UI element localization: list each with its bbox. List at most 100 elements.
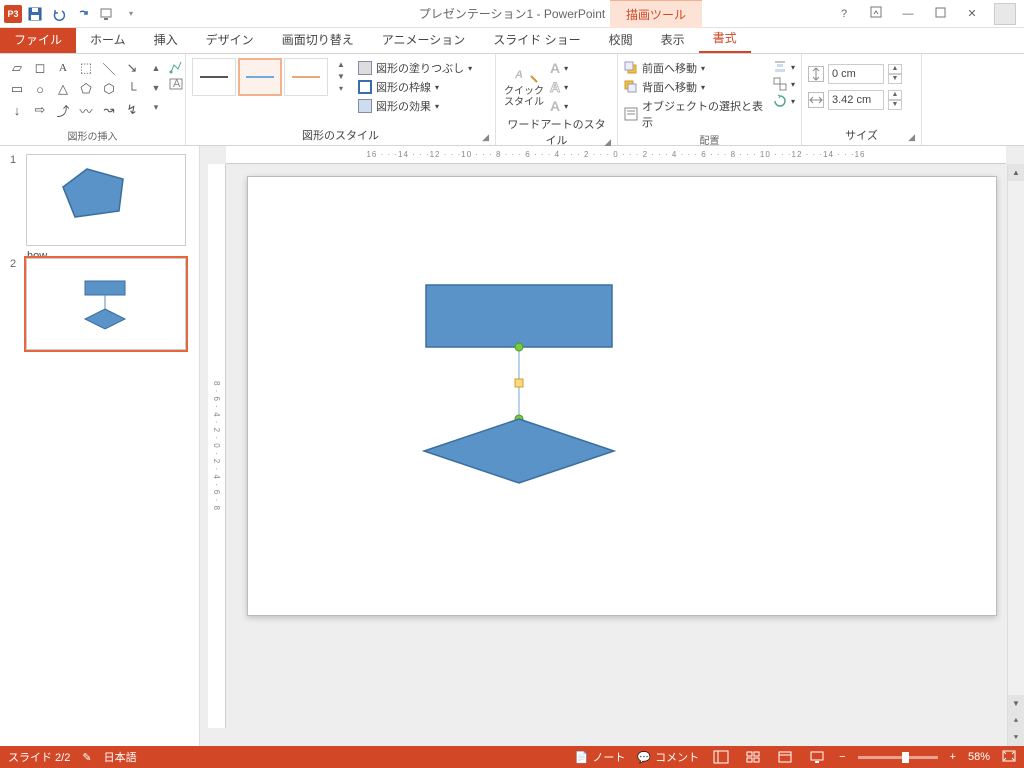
group-button[interactable]: ▾ bbox=[773, 77, 795, 91]
shape-rectangle[interactable] bbox=[426, 285, 612, 347]
notes-button[interactable]: 📄 ノート bbox=[575, 749, 626, 765]
window-controls: ? — ✕ bbox=[834, 3, 1024, 25]
edit-shape-button[interactable] bbox=[169, 60, 183, 74]
group-arrange: 前面へ移動 ▾ 背面へ移動 ▾ オブジェクトの選択と表示 ▾ ▾ ▾ 配置 bbox=[618, 54, 802, 145]
vertical-scrollbar[interactable]: ▲ ▼ ⯅ ⯆ bbox=[1007, 164, 1024, 746]
save-button[interactable] bbox=[24, 3, 46, 25]
zoom-slider[interactable] bbox=[858, 756, 938, 759]
shapes-gallery-scroll[interactable]: ▲▼▾ bbox=[149, 58, 163, 117]
text-effects-button[interactable]: A▾ bbox=[550, 98, 568, 114]
shape-width-input[interactable] bbox=[828, 90, 884, 110]
thumbnail-2[interactable]: 2 bbox=[10, 258, 189, 350]
group-size: ▲▼ ▲▼ サイズ◢ bbox=[802, 54, 922, 145]
help-button[interactable]: ? bbox=[834, 8, 854, 20]
thumbnail-1[interactable]: 1 how bbox=[10, 154, 189, 246]
group-label-size: サイズ◢ bbox=[808, 125, 915, 145]
tab-animations[interactable]: アニメーション bbox=[368, 26, 480, 53]
close-button[interactable]: ✕ bbox=[962, 7, 982, 20]
slide-thumbnails-pane[interactable]: 1 how 2 bbox=[0, 146, 200, 746]
spellcheck-icon[interactable]: ✎ bbox=[82, 751, 91, 764]
tab-design[interactable]: デザイン bbox=[192, 26, 268, 53]
tab-insert[interactable]: 挿入 bbox=[140, 26, 192, 53]
minimize-button[interactable]: — bbox=[898, 8, 918, 20]
comments-button[interactable]: 💬 コメント bbox=[637, 749, 699, 765]
start-from-beginning-button[interactable] bbox=[96, 3, 118, 25]
shapes-gallery[interactable]: ▱◻A⬚＼↘ ▭○△⬠⬡└ ↓⇨⤴〰↝↯ bbox=[6, 58, 143, 120]
slide-content[interactable] bbox=[248, 177, 998, 617]
size-dialog-launcher[interactable]: ◢ bbox=[908, 132, 915, 143]
send-backward-button[interactable]: 背面へ移動 ▾ bbox=[624, 79, 763, 95]
work-area: 1 how 2 16 · · ·14 · · ·12 · · ·10 · · ·… bbox=[0, 146, 1024, 746]
zoom-out-button[interactable]: − bbox=[839, 751, 845, 763]
horizontal-ruler: 16 · · ·14 · · ·12 · · ·10 · · · 8 · · ·… bbox=[226, 146, 1006, 164]
width-spinner[interactable]: ▲▼ bbox=[888, 90, 902, 110]
svg-text:A: A bbox=[514, 69, 523, 81]
next-slide-button[interactable]: ⯆ bbox=[1008, 729, 1024, 746]
slide-editor: 16 · · ·14 · · ·12 · · ·10 · · · 8 · · ·… bbox=[200, 146, 1024, 746]
shape-diamond[interactable] bbox=[424, 419, 614, 483]
bring-forward-button[interactable]: 前面へ移動 ▾ bbox=[624, 60, 763, 76]
shape-width-row: ▲▼ bbox=[808, 90, 902, 110]
connector-endpoint-top[interactable] bbox=[515, 343, 523, 351]
normal-view-button[interactable] bbox=[711, 749, 731, 765]
account-avatar[interactable] bbox=[994, 3, 1016, 25]
align-button[interactable]: ▾ bbox=[773, 60, 795, 74]
tab-slideshow[interactable]: スライド ショー bbox=[479, 26, 594, 53]
group-shape-styles: ▲▼▾ 図形の塗りつぶし ▾ 図形の枠線 ▾ 図形の効果 ▾ 図形のスタイル◢ bbox=[186, 54, 496, 145]
maximize-button[interactable] bbox=[930, 7, 950, 21]
quick-styles-button[interactable]: A クイック スタイル bbox=[502, 58, 546, 108]
tab-review[interactable]: 校閲 bbox=[595, 26, 647, 53]
drawing-tools-contextual-tab: 描画ツール bbox=[610, 0, 702, 28]
slide-canvas[interactable] bbox=[247, 176, 997, 616]
quick-access-toolbar: P3 ▾ bbox=[0, 3, 142, 25]
shape-fill-button[interactable]: 図形の塗りつぶし ▾ bbox=[358, 60, 472, 76]
ribbon-display-button[interactable] bbox=[866, 6, 886, 21]
shape-height-input[interactable] bbox=[828, 64, 884, 84]
tab-file[interactable]: ファイル bbox=[0, 26, 76, 53]
tab-transitions[interactable]: 画面切り替え bbox=[268, 26, 368, 53]
ribbon: ▱◻A⬚＼↘ ▭○△⬠⬡└ ↓⇨⤴〰↝↯ ▲▼▾ A 図形の挿入 ▲▼▾ 図形の… bbox=[0, 54, 1024, 146]
redo-button[interactable] bbox=[72, 3, 94, 25]
draw-textbox-button[interactable]: A bbox=[169, 77, 183, 91]
status-bar: スライド 2/2 ✎ 日本語 📄 ノート 💬 コメント − + 58% bbox=[0, 746, 1024, 768]
selection-pane-button[interactable]: オブジェクトの選択と表示 bbox=[624, 98, 763, 130]
connector-midpoint-handle[interactable] bbox=[515, 379, 523, 387]
undo-button[interactable] bbox=[48, 3, 70, 25]
shape-effects-button[interactable]: 図形の効果 ▾ bbox=[358, 98, 472, 114]
vertical-ruler: 8 · 6 · 4 · 2 · 0 · 2 · 4 · 6 · 8 bbox=[208, 164, 226, 728]
group-wordart-styles: A クイック スタイル A▾ A▾ A▾ ワードアートのスタイル◢ bbox=[496, 54, 618, 145]
fit-to-window-button[interactable] bbox=[1002, 750, 1016, 765]
group-insert-shapes: ▱◻A⬚＼↘ ▭○△⬠⬡└ ↓⇨⤴〰↝↯ ▲▼▾ A 図形の挿入 bbox=[0, 54, 186, 145]
window-title: プレゼンテーション1 - PowerPoint bbox=[419, 5, 605, 22]
scroll-up-button[interactable]: ▲ bbox=[1008, 164, 1024, 181]
height-spinner[interactable]: ▲▼ bbox=[888, 64, 902, 84]
language-indicator[interactable]: 日本語 bbox=[104, 749, 137, 765]
shape-height-row: ▲▼ bbox=[808, 64, 902, 84]
title-bar: P3 ▾ プレゼンテーション1 - PowerPoint 描画ツール ? — ✕ bbox=[0, 0, 1024, 28]
tab-home[interactable]: ホーム bbox=[76, 26, 140, 53]
slide-counter[interactable]: スライド 2/2 bbox=[8, 749, 70, 765]
rotate-button[interactable]: ▾ bbox=[773, 94, 795, 108]
scroll-down-button[interactable]: ▼ bbox=[1008, 695, 1024, 712]
slide-sorter-view-button[interactable] bbox=[743, 749, 763, 765]
tab-view[interactable]: 表示 bbox=[647, 26, 699, 53]
reading-view-button[interactable] bbox=[775, 749, 795, 765]
group-label-wordart: ワードアートのスタイル◢ bbox=[502, 114, 611, 150]
text-outline-button[interactable]: A▾ bbox=[550, 79, 568, 95]
ribbon-tabs: ファイル ホーム 挿入 デザイン 画面切り替え アニメーション スライド ショー… bbox=[0, 28, 1024, 54]
tab-format[interactable]: 書式 bbox=[699, 24, 751, 53]
shape-style-gallery[interactable] bbox=[192, 58, 328, 96]
slideshow-view-button[interactable] bbox=[807, 749, 827, 765]
zoom-level[interactable]: 58% bbox=[968, 751, 990, 763]
text-fill-button[interactable]: A▾ bbox=[550, 60, 568, 76]
qat-customize-icon[interactable]: ▾ bbox=[120, 3, 142, 25]
shape-outline-button[interactable]: 図形の枠線 ▾ bbox=[358, 79, 472, 95]
height-icon bbox=[808, 66, 824, 82]
previous-slide-button[interactable]: ⯅ bbox=[1008, 712, 1024, 729]
group-label-insert-shapes: 図形の挿入 bbox=[6, 126, 179, 145]
app-icon: P3 bbox=[4, 5, 22, 23]
group-label-shape-styles: 図形のスタイル◢ bbox=[192, 125, 489, 145]
zoom-in-button[interactable]: + bbox=[950, 751, 956, 763]
shape-styles-dialog-launcher[interactable]: ◢ bbox=[482, 132, 489, 143]
shape-style-scroll[interactable]: ▲▼▾ bbox=[334, 58, 348, 94]
